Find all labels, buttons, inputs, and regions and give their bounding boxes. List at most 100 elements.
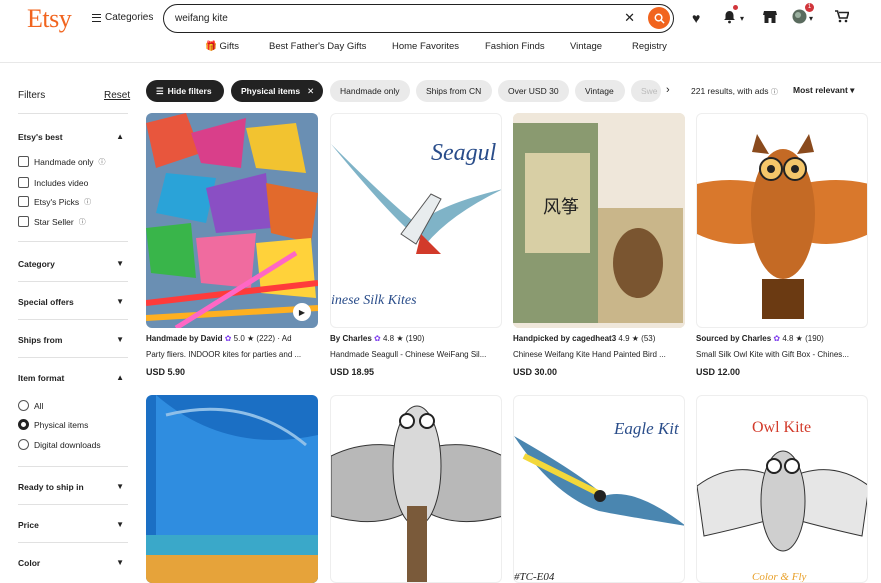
etsy-logo[interactable]: Etsy (27, 4, 72, 34)
search-icon (654, 13, 665, 24)
section-ready-to-ship[interactable]: Ready to ship in ▼ (18, 482, 128, 492)
listing-image[interactable]: Eagle Kit #TC-E04 (513, 395, 685, 583)
filter-star-seller[interactable]: Star Seller ⓘ (18, 216, 86, 227)
section-price[interactable]: Price ▼ (18, 520, 128, 530)
listing-image[interactable] (146, 113, 318, 328)
image-text-code: #TC-E04 (514, 571, 555, 583)
divider (18, 504, 128, 505)
info-icon: ⓘ (84, 198, 92, 206)
categories-label: Categories (105, 12, 154, 23)
chip-physical-items[interactable]: Physical items ✕ (231, 80, 323, 102)
nav-fashion-finds[interactable]: Fashion Finds (485, 41, 545, 52)
chevron-up-icon: ▲ (116, 132, 124, 141)
nav-gifts[interactable]: 🎁 Gifts (205, 41, 239, 52)
checkbox[interactable] (18, 196, 29, 207)
cart-icon[interactable] (835, 10, 850, 26)
divider (18, 281, 128, 282)
heart-icon[interactable]: ♥ (692, 10, 700, 26)
filters-sidebar: Filters Reset Etsy's best ▲ Handmade only… (0, 62, 142, 583)
section-category[interactable]: Category ▼ (18, 259, 128, 269)
checkbox[interactable] (18, 216, 29, 227)
filter-includes-video[interactable]: Includes video (18, 177, 88, 188)
radio[interactable] (18, 439, 29, 450)
listing-price: USD 18.95 (330, 367, 375, 377)
checkbox[interactable] (18, 177, 29, 188)
svg-text:风筝: 风筝 (543, 197, 579, 217)
listing-title[interactable]: Chinese Weifang Kite Hand Painted Bird .… (513, 350, 685, 359)
divider (18, 466, 128, 467)
section-special-offers[interactable]: Special offers ▼ (18, 297, 128, 307)
format-digital[interactable]: Digital downloads (18, 439, 101, 450)
chevron-down-icon[interactable]: ▾ (740, 14, 744, 23)
close-icon[interactable]: ✕ (307, 86, 314, 97)
chip-over-usd-30[interactable]: Over USD 30 (498, 80, 569, 102)
listing-image[interactable]: Owl Kite Color & Fly (696, 395, 868, 583)
bell-icon[interactable] (723, 10, 736, 27)
top-header: Etsy Categories weifang kite ✕ ♥ ▾ 1 ▾ 🎁… (0, 0, 881, 62)
section-color[interactable]: Color ▼ (18, 558, 128, 568)
shop-icon[interactable] (763, 10, 777, 26)
shop-info: By Charles ✿ 4.8 ★ (190) (330, 334, 425, 343)
chevron-down-icon: ▼ (116, 259, 124, 268)
chevron-down-icon[interactable]: ▾ (809, 14, 813, 23)
categories-button[interactable]: Categories (92, 12, 153, 23)
listing-image[interactable] (330, 395, 502, 583)
clear-icon[interactable]: ✕ (624, 10, 635, 26)
chip-ships-from-cn[interactable]: Ships from CN (416, 80, 492, 102)
image-text-silk: inese Silk Kites (331, 293, 417, 308)
filter-icon: ☰ (156, 85, 164, 96)
star-icon: ★ (247, 334, 255, 343)
listing-image[interactable] (146, 395, 318, 583)
nav-registry[interactable]: Registry (632, 41, 667, 52)
nav-home-favorites[interactable]: Home Favorites (392, 41, 459, 52)
format-all[interactable]: All (18, 400, 43, 411)
filter-handmade-only[interactable]: Handmade only ⓘ (18, 156, 106, 167)
listing-image[interactable]: 风筝 (513, 113, 685, 328)
image-text-colorfly: Color & Fly (752, 571, 807, 583)
checkbox[interactable] (18, 156, 29, 167)
chevron-down-icon: ▼ (116, 297, 124, 306)
chevron-right-icon[interactable]: › (666, 84, 670, 96)
filters-title: Filters (18, 90, 46, 101)
divider (18, 241, 128, 242)
image-text-owl: Owl Kite (752, 419, 811, 436)
search-bar[interactable]: weifang kite ✕ (163, 4, 674, 33)
nav-vintage[interactable]: Vintage (570, 41, 602, 52)
chip-handmade-only[interactable]: Handmade only (330, 80, 410, 102)
gift-icon: 🎁 (205, 41, 217, 52)
search-input[interactable]: weifang kite (175, 13, 228, 24)
nav-fathers-day[interactable]: Best Father's Day Gifts (269, 41, 366, 52)
hide-filters-button[interactable]: ☰ Hide filters (146, 80, 224, 102)
shop-info: Handmade by David ✿ 5.0 ★ (222) · Ad (146, 334, 292, 343)
notification-dot (733, 5, 738, 10)
divider (18, 319, 128, 320)
listing-image[interactable] (696, 113, 868, 328)
section-etsys-best[interactable]: Etsy's best ▲ (18, 132, 128, 142)
play-icon[interactable]: ▶ (293, 303, 311, 321)
sort-dropdown[interactable]: Most relevant ▾ (793, 85, 854, 96)
shop-info: Handpicked by cagedheat3 4.9 ★ (53) (513, 334, 656, 343)
filter-etsys-picks[interactable]: Etsy's Picks ⓘ (18, 196, 91, 207)
chip-partial[interactable]: Swe (631, 80, 661, 102)
radio[interactable] (18, 400, 29, 411)
listing-title[interactable]: Handmade Seagull - Chinese WeiFang Sil..… (330, 350, 502, 359)
results-count: 221 results, with ads ⓘ (691, 86, 778, 96)
chip-vintage[interactable]: Vintage (575, 80, 625, 102)
divider (18, 113, 128, 114)
reset-link[interactable]: Reset (104, 90, 130, 101)
divider (18, 357, 128, 358)
divider (18, 542, 128, 543)
section-item-format[interactable]: Item format ▲ (18, 373, 128, 383)
info-icon: ⓘ (98, 158, 106, 166)
listing-image[interactable]: Seagul inese Silk Kites (330, 113, 502, 328)
listing-title[interactable]: Small Silk Owl Kite with Gift Box - Chin… (696, 350, 868, 359)
listing-price: USD 12.00 (696, 367, 741, 377)
avatar[interactable] (792, 9, 807, 27)
section-ships-from[interactable]: Ships from ▼ (18, 335, 128, 345)
chevron-down-icon: ▼ (116, 558, 124, 567)
format-physical[interactable]: Physical items (18, 419, 88, 430)
search-button[interactable] (648, 7, 670, 29)
image-text-eagle: Eagle Kit (613, 419, 680, 438)
radio-selected[interactable] (18, 419, 29, 430)
listing-title[interactable]: Party fliers. INDOOR kites for parties a… (146, 350, 318, 359)
